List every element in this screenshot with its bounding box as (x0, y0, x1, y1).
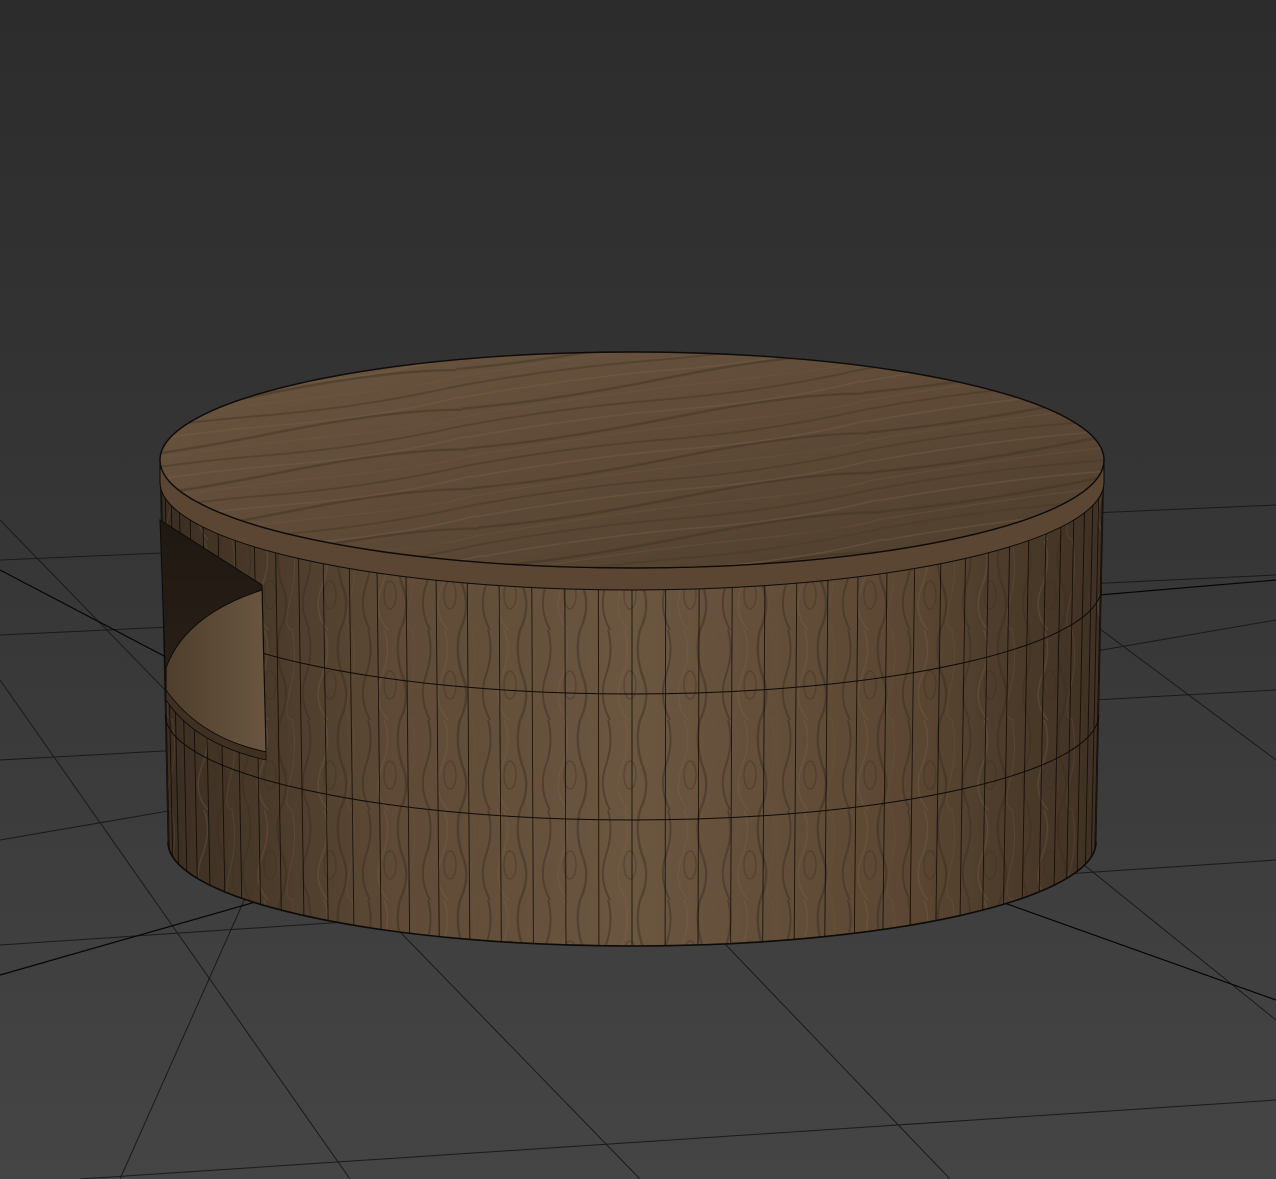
table-top-grain (160, 352, 1104, 568)
wireframe-edge (597, 567, 600, 946)
coffee-table-model[interactable] (159, 351, 1105, 947)
viewport-canvas[interactable] (0, 0, 1276, 1179)
wireframe-edge (664, 567, 667, 946)
3d-viewport[interactable] (0, 0, 1276, 1179)
